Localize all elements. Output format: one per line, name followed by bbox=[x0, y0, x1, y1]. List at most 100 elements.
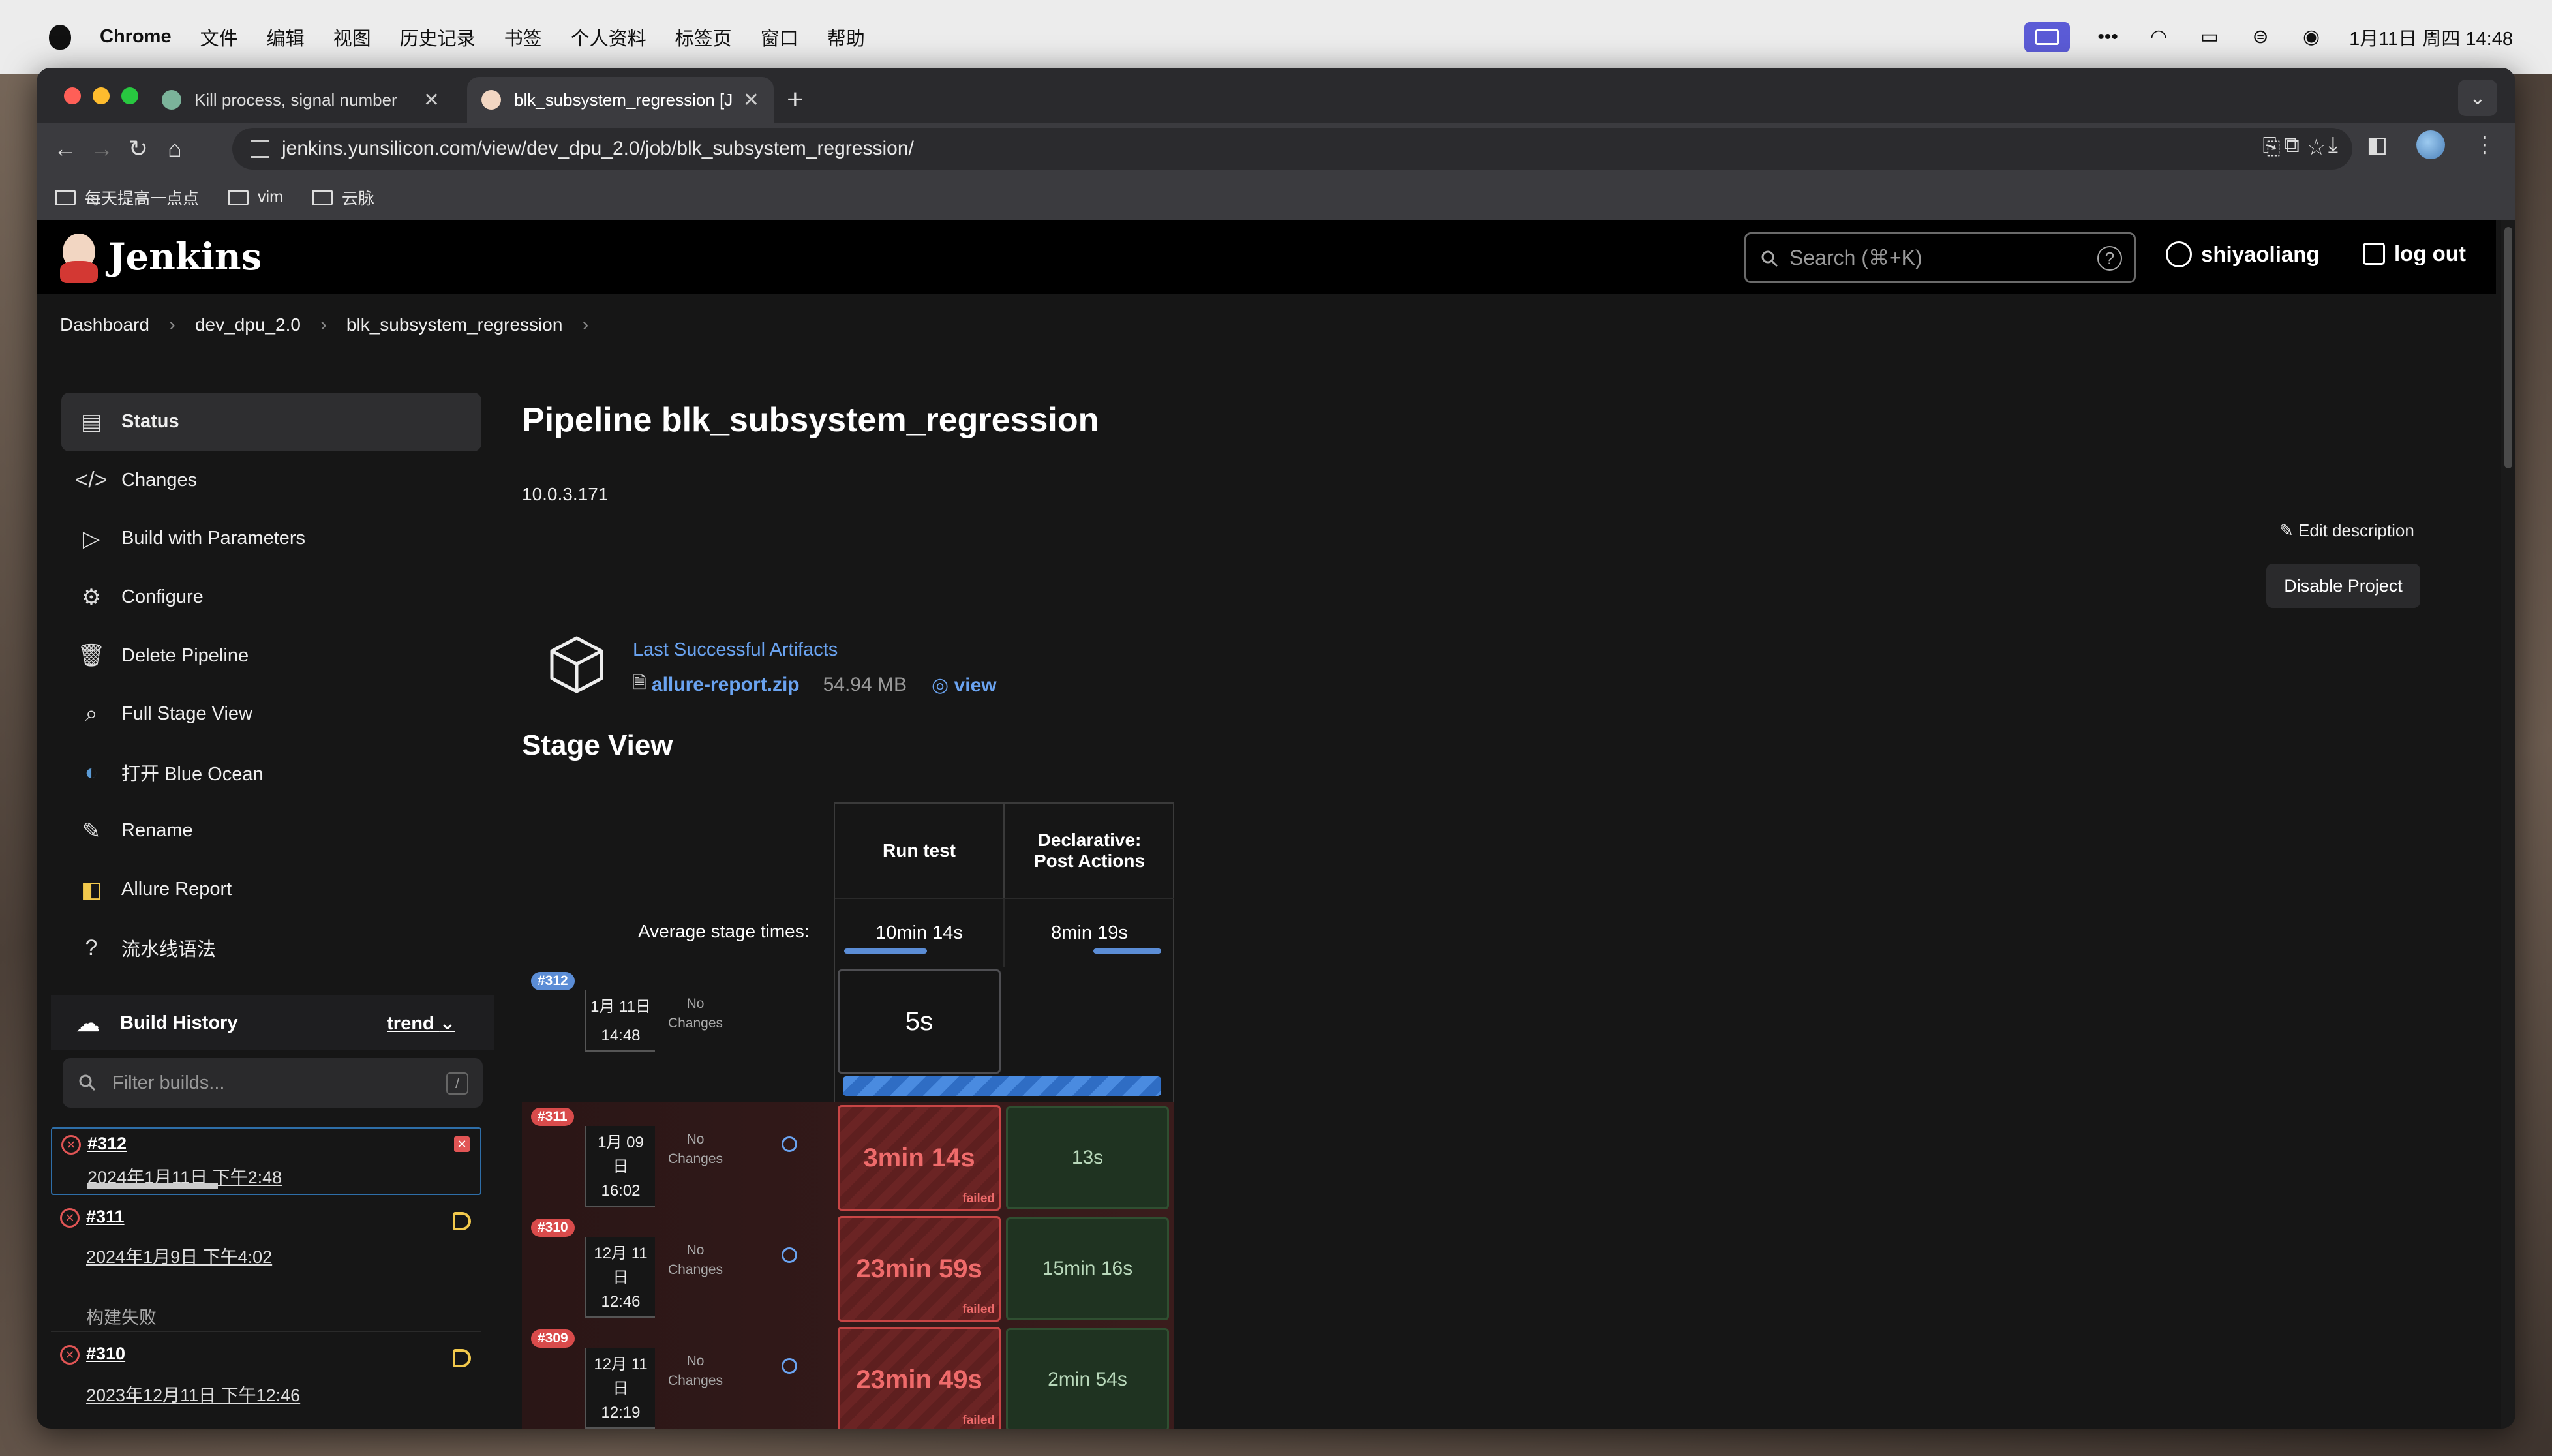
more-dots-icon[interactable]: ••• bbox=[2095, 26, 2121, 48]
logout-link[interactable]: log out bbox=[2363, 241, 2466, 266]
stage-cell-run-test[interactable]: 23min 49s failed bbox=[838, 1327, 1001, 1429]
stage-cell-post-actions[interactable]: 15min 16s bbox=[1006, 1217, 1169, 1320]
stage-cell-post-actions[interactable]: 2min 54s bbox=[1006, 1328, 1169, 1429]
breadcrumb-dashboard[interactable]: Dashboard bbox=[60, 314, 149, 335]
artifact-file-link[interactable]: allure-report.zip bbox=[652, 674, 800, 696]
jenkins-logo-link[interactable]: Jenkins bbox=[59, 231, 262, 283]
menu-app-name[interactable]: Chrome bbox=[100, 26, 172, 48]
profile-avatar[interactable] bbox=[2416, 130, 2445, 159]
menu-tabs[interactable]: 标签页 bbox=[675, 23, 732, 51]
pencil-icon: ✎ bbox=[2279, 521, 2299, 540]
menu-window[interactable]: 窗口 bbox=[761, 23, 798, 51]
tab-search-chevron-icon[interactable]: ⌄ bbox=[2458, 80, 2497, 116]
build-date-link[interactable]: 2023年12月11日 下午12:46 bbox=[86, 1381, 481, 1406]
tab-jenkins[interactable]: blk_subsystem_regression [J ✕ bbox=[467, 77, 774, 123]
sidebar-item-pencil[interactable]: ✎ Rename bbox=[61, 802, 481, 860]
disable-project-button[interactable]: Disable Project bbox=[2266, 564, 2420, 608]
allure-report-icon[interactable] bbox=[453, 1212, 471, 1230]
artifact-view-link[interactable]: ◎ view bbox=[932, 674, 997, 697]
logout-icon bbox=[2363, 243, 2385, 265]
allure-report-icon[interactable] bbox=[453, 1349, 471, 1367]
clock-icon[interactable] bbox=[782, 1358, 797, 1374]
address-bar[interactable]: jenkins.yunsilicon.com/view/dev_dpu_2.0/… bbox=[232, 128, 2352, 170]
sidebar-item-allure[interactable]: ◧ Allure Report bbox=[61, 860, 481, 919]
close-tab-icon[interactable]: ✕ bbox=[743, 89, 759, 112]
menubar-datetime[interactable]: 1月11日 周四 14:48 bbox=[2349, 23, 2513, 51]
clock-icon[interactable] bbox=[782, 1247, 797, 1263]
menu-history[interactable]: 历史记录 bbox=[400, 23, 476, 51]
stage-cell-post-actions[interactable]: 13s bbox=[1006, 1106, 1169, 1209]
sidebar-item-search[interactable]: ⌕ Full Stage View bbox=[61, 685, 481, 744]
bookmark-folder[interactable]: vim bbox=[228, 188, 283, 207]
build-number-link[interactable]: #312 bbox=[87, 1134, 480, 1154]
filter-builds-input[interactable]: Filter builds... / bbox=[63, 1058, 483, 1108]
bookmark-folder[interactable]: 云脉 bbox=[311, 186, 374, 209]
build-entry-312[interactable]: ✕ #312 2024年1月11日 下午2:48 ✕ bbox=[51, 1127, 481, 1195]
screen-mirroring-icon[interactable] bbox=[2024, 22, 2071, 52]
jenkins-search-input[interactable]: Search (⌘+K) ? bbox=[1744, 232, 2136, 283]
battery-icon[interactable]: ▭ bbox=[2196, 26, 2223, 48]
build-badge-311[interactable]: #311 bbox=[531, 1108, 574, 1126]
siri-icon[interactable]: ◉ bbox=[2298, 26, 2324, 48]
breadcrumb-job[interactable]: blk_subsystem_regression bbox=[346, 314, 563, 335]
trend-link[interactable]: trend ⌄ bbox=[387, 1012, 455, 1035]
bookmark-folder[interactable]: 每天提高一点点 bbox=[55, 186, 199, 209]
build-date-box: 12月 11 日 12:19 bbox=[585, 1348, 655, 1429]
build-entry-311[interactable]: ✕ #311 2024年1月9日 下午4:02 构建失败 bbox=[51, 1207, 481, 1332]
stage-cell-run-test[interactable]: 23min 59s failed bbox=[838, 1216, 1001, 1322]
sidebar-item-trash[interactable]: 🗑 Delete Pipeline bbox=[61, 626, 481, 685]
build-badge-312[interactable]: #312 bbox=[531, 972, 575, 990]
edit-description-link[interactable]: ✎ Edit description bbox=[2279, 521, 2414, 541]
stage-duration: 23min 49s bbox=[856, 1365, 982, 1394]
home-icon[interactable]: ⌂ bbox=[157, 135, 193, 162]
menu-edit[interactable]: 编辑 bbox=[267, 23, 305, 51]
build-badge-309[interactable]: #309 bbox=[531, 1329, 575, 1348]
sidebar-item-help[interactable]: ? 流水线语法 bbox=[61, 918, 481, 977]
menu-bookmarks[interactable]: 书签 bbox=[504, 23, 542, 51]
zoom-window-button[interactable] bbox=[121, 87, 138, 104]
last-successful-artifacts-link[interactable]: Last Successful Artifacts bbox=[633, 639, 838, 661]
menu-file[interactable]: 文件 bbox=[200, 23, 238, 51]
stage-cell-run-test[interactable]: 3min 14s failed bbox=[838, 1105, 1001, 1211]
page-scrollbar[interactable] bbox=[2501, 220, 2515, 1429]
translate-icon[interactable]: ⎘ bbox=[2262, 134, 2280, 160]
build-date-link[interactable]: 2024年1月9日 下午4:02 bbox=[86, 1243, 481, 1268]
sidebar-item-label: Changes bbox=[121, 469, 198, 491]
site-settings-icon[interactable] bbox=[251, 140, 269, 158]
back-arrow-icon[interactable]: ← bbox=[47, 135, 84, 162]
new-tab-icon[interactable]: + bbox=[787, 83, 804, 116]
sidebar-item-document[interactable]: ▤ Status bbox=[61, 393, 481, 451]
scrollbar-thumb[interactable] bbox=[2504, 227, 2512, 468]
build-number-link[interactable]: #311 bbox=[86, 1207, 481, 1227]
menu-help[interactable]: 帮助 bbox=[827, 23, 865, 51]
side-panel-icon[interactable]: ◧ bbox=[2367, 132, 2388, 158]
user-menu[interactable]: shiyaoliang bbox=[2166, 241, 2320, 267]
forward-arrow-icon[interactable]: → bbox=[84, 135, 120, 162]
download-icon[interactable]: ⤓ bbox=[2328, 132, 2338, 158]
build-note: 构建失败 bbox=[86, 1308, 157, 1327]
stage-cell-run-test[interactable]: 5s bbox=[838, 969, 1001, 1074]
close-window-button[interactable] bbox=[64, 87, 81, 104]
search-help-icon[interactable]: ? bbox=[2097, 246, 2122, 271]
sidebar-item-blue-ocean[interactable]: ◐ 打开 Blue Ocean bbox=[61, 744, 481, 802]
control-center-icon[interactable]: ⊜ bbox=[2247, 26, 2273, 48]
build-entry-310[interactable]: ✕ #310 2023年12月11日 下午12:46 bbox=[51, 1344, 481, 1429]
reload-icon[interactable]: ↻ bbox=[120, 135, 157, 162]
chrome-menu-icon[interactable]: ⋮ bbox=[2474, 132, 2496, 158]
breadcrumb-view[interactable]: dev_dpu_2.0 bbox=[195, 314, 301, 335]
wifi-icon[interactable]: ◠ bbox=[2146, 26, 2172, 48]
abort-build-icon[interactable]: ✕ bbox=[454, 1136, 470, 1152]
apple-icon[interactable] bbox=[49, 24, 71, 50]
clock-icon[interactable] bbox=[782, 1136, 797, 1152]
close-tab-icon[interactable]: ✕ bbox=[423, 89, 440, 112]
sidebar-item-code[interactable]: </> Changes bbox=[61, 451, 481, 510]
build-number-link[interactable]: #310 bbox=[86, 1344, 481, 1364]
menu-view[interactable]: 视图 bbox=[333, 23, 371, 51]
extensions-icon[interactable]: ⧉ bbox=[2284, 132, 2300, 158]
minimize-window-button[interactable] bbox=[93, 87, 110, 104]
sidebar-item-gear[interactable]: ⚙ Configure bbox=[61, 568, 481, 627]
menu-profiles[interactable]: 个人资料 bbox=[571, 23, 646, 51]
sidebar-item-play[interactable]: ▷ Build with Parameters bbox=[61, 509, 481, 568]
build-badge-310[interactable]: #310 bbox=[531, 1219, 575, 1237]
tab-kill-process[interactable]: Kill process, signal number ✕ bbox=[147, 77, 454, 123]
